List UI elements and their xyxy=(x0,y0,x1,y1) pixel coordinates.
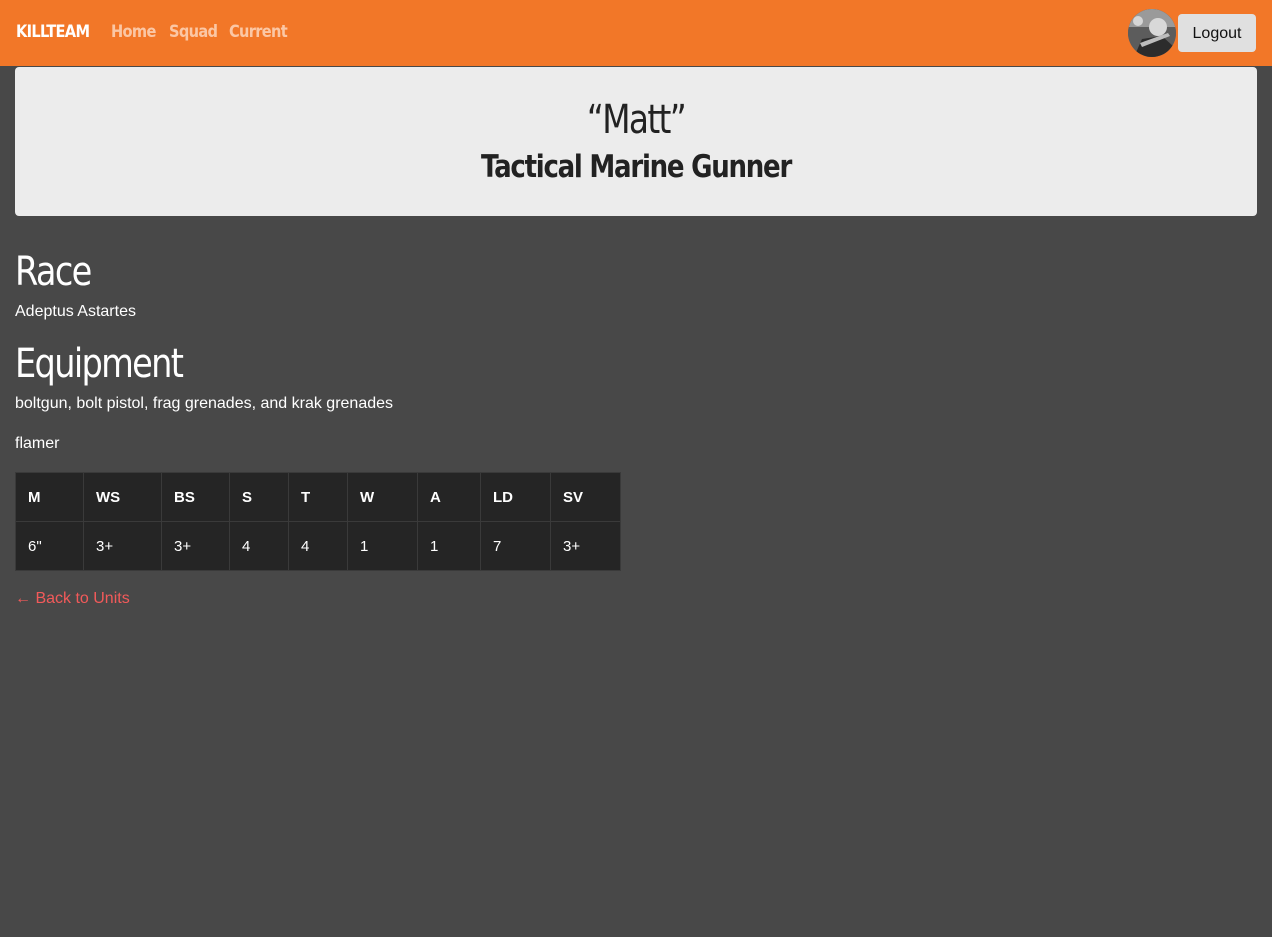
unit-name: “Matt” xyxy=(586,97,687,143)
stat-value-bs: 3+ xyxy=(161,521,230,571)
stats-table: M WS BS S T W A LD SV 6" 3+ 3+ 4 4 1 1 7… xyxy=(15,472,621,571)
stat-header-s: S xyxy=(229,472,289,522)
stat-header-bs: BS xyxy=(161,472,230,522)
stat-value-ws: 3+ xyxy=(83,521,162,571)
avatar-image xyxy=(1128,9,1176,57)
unit-type: Tactical Marine Gunner xyxy=(480,149,792,185)
navbar: KILLTEAM Home Squad Current Logout xyxy=(0,0,1272,66)
nav-link-current[interactable]: Current xyxy=(229,22,288,42)
stat-header-w: W xyxy=(347,472,418,522)
stat-header-ld: LD xyxy=(480,472,551,522)
equipment-item: flamer xyxy=(15,435,60,452)
stat-header-t: T xyxy=(288,472,348,522)
stat-value-a: 1 xyxy=(417,521,481,571)
stats-value-row: 6" 3+ 3+ 4 4 1 1 7 3+ xyxy=(15,521,621,571)
stat-header-ws: WS xyxy=(83,472,162,522)
equipment-item: boltgun, bolt pistol, frag grenades, and… xyxy=(15,395,394,412)
stat-value-ld: 7 xyxy=(480,521,551,571)
race-value: Adeptus Astartes xyxy=(15,303,136,320)
stat-value-s: 4 xyxy=(229,521,289,571)
nav-link-squad[interactable]: Squad xyxy=(169,22,218,42)
logout-button[interactable]: Logout xyxy=(1178,14,1256,52)
stats-header-row: M WS BS S T W A LD SV xyxy=(15,472,621,522)
race-heading: Race xyxy=(15,249,92,295)
user-avatar[interactable] xyxy=(1128,9,1176,57)
stat-value-w: 1 xyxy=(347,521,418,571)
stat-value-t: 4 xyxy=(288,521,348,571)
nav-links: Home Squad Current xyxy=(111,22,308,42)
stat-value-sv: 3+ xyxy=(550,521,621,571)
back-to-units-link[interactable]: ← Back to Units xyxy=(15,590,130,608)
equipment-heading: Equipment xyxy=(15,341,184,387)
unit-header: “Matt” Tactical Marine Gunner xyxy=(15,67,1257,216)
stat-header-a: A xyxy=(417,472,481,522)
nav-link-home[interactable]: Home xyxy=(111,22,156,42)
stat-header-m: M xyxy=(15,472,84,522)
brand-link[interactable]: KILLTEAM xyxy=(16,22,90,42)
stat-header-sv: SV xyxy=(550,472,621,522)
stat-value-m: 6" xyxy=(15,521,84,571)
